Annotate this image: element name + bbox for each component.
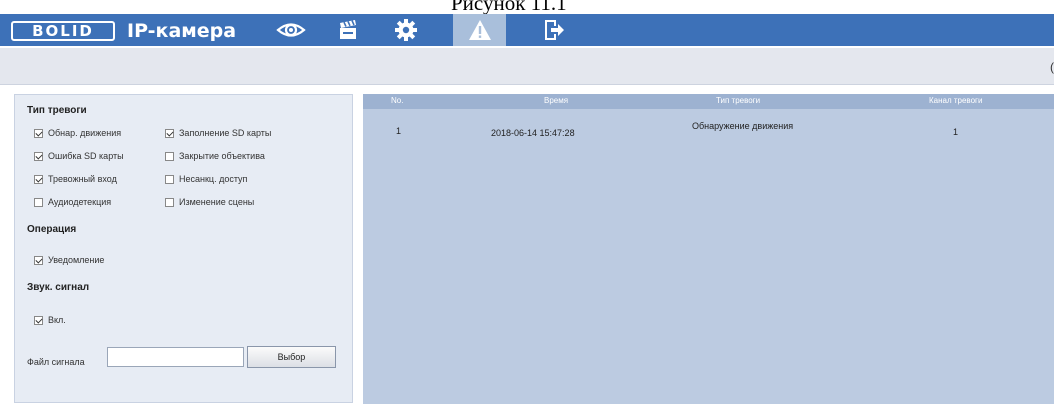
exit-icon — [545, 20, 564, 40]
checkbox-box[interactable] — [165, 128, 174, 138]
checkbox-box[interactable] — [165, 151, 174, 161]
column-header-alarm-type: Тип тревоги — [716, 96, 761, 105]
nav-live-view[interactable] — [271, 14, 311, 46]
browse-button[interactable]: Выбор — [247, 346, 336, 368]
cell-no: 1 — [396, 126, 402, 136]
gear-icon — [395, 19, 417, 41]
table-header: No. Время Тип тревоги Канал тревоги — [363, 94, 1054, 109]
checkbox-box[interactable] — [34, 197, 43, 207]
nav-playback[interactable] — [331, 14, 365, 46]
bolid-logo: BOLID — [11, 21, 115, 41]
app-title: IP-камера — [127, 20, 237, 42]
top-navigation-bar: BOLID IP-камера — [0, 14, 1054, 46]
checkbox-box[interactable] — [34, 174, 43, 184]
checkbox-box[interactable] — [34, 255, 43, 265]
sound-heading: Звук. сигнал — [27, 282, 90, 293]
column-header-no: No. — [391, 96, 404, 105]
checkbox-notify[interactable]: Уведомление — [34, 255, 104, 265]
edge-mark: ( — [1050, 60, 1054, 74]
checkbox-sd-error[interactable]: Ошибка SD карты — [34, 151, 124, 161]
checkbox-box[interactable] — [34, 128, 43, 138]
warning-icon — [468, 20, 491, 40]
toolbar-strip: ( — [0, 48, 1054, 85]
sound-file-label: Файл сигнала — [27, 357, 85, 367]
checkbox-scene-change[interactable]: Изменение сцены — [165, 197, 254, 207]
checkbox-box[interactable] — [34, 151, 43, 161]
nav-settings[interactable] — [389, 14, 423, 46]
checkbox-box[interactable] — [34, 315, 43, 325]
brand: BOLID IP-камера — [11, 20, 236, 42]
alarm-log-table: No. Время Тип тревоги Канал тревоги 1 20… — [363, 94, 1054, 404]
sound-file-input[interactable] — [107, 347, 244, 367]
figure-caption: Рисунок 11.1 — [0, 0, 1054, 14]
clapperboard-icon — [340, 20, 356, 39]
alarm-settings-panel: Тип тревоги Обнар. движения Заполнение S… — [14, 94, 353, 403]
checkbox-box[interactable] — [165, 174, 174, 184]
checkbox-alarm-input[interactable]: Тревожный вход — [34, 174, 117, 184]
checkbox-motion-detect[interactable]: Обнар. движения — [34, 128, 121, 138]
nav-alarm[interactable] — [453, 14, 506, 46]
cell-alarm-type: Обнаружение движения — [692, 121, 794, 131]
eye-icon — [276, 23, 306, 37]
nav-logout[interactable] — [536, 14, 570, 46]
checkbox-audio-detect[interactable]: Аудиодетекция — [34, 197, 111, 207]
alarm-type-heading: Тип тревоги — [27, 105, 87, 116]
cell-time: 2018-06-14 15:47:28 — [491, 128, 575, 138]
column-header-time: Время — [544, 96, 569, 105]
cell-alarm-channel: 1 — [953, 127, 959, 137]
operation-heading: Операция — [27, 224, 77, 235]
checkbox-lens-cover[interactable]: Закрытие объектива — [165, 151, 265, 161]
checkbox-sound-on[interactable]: Вкл. — [34, 315, 66, 325]
checkbox-box[interactable] — [165, 197, 174, 207]
column-header-alarm-channel: Канал тревоги — [929, 96, 983, 105]
checkbox-unauthorized-access[interactable]: Несанкц. доступ — [165, 174, 247, 184]
checkbox-sd-full[interactable]: Заполнение SD карты — [165, 128, 271, 138]
